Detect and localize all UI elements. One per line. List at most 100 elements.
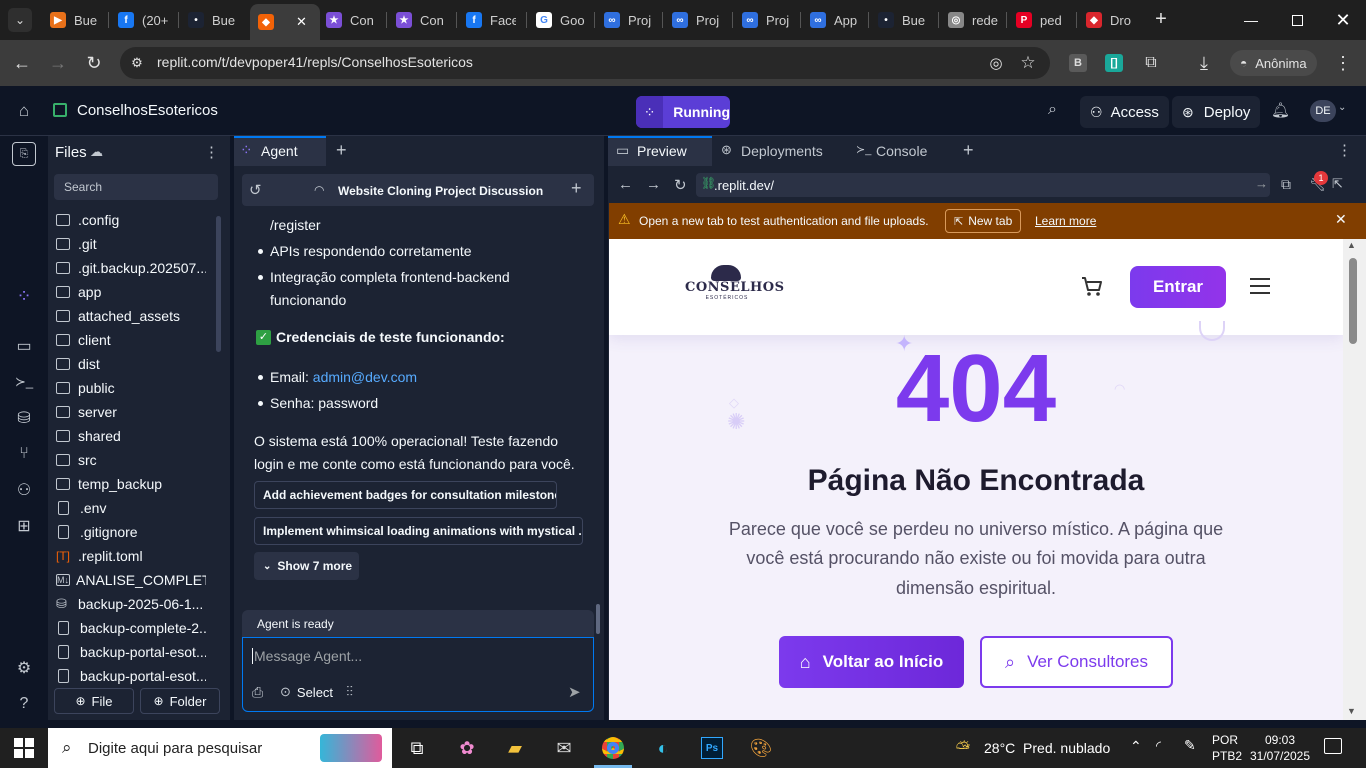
browser-tab[interactable]: ◆ ✕ [250, 4, 320, 40]
preview-forward-icon[interactable]: → [646, 176, 661, 193]
run-status-button[interactable]: ⁘ Running [636, 96, 730, 128]
history-icon[interactable]: ↺ [249, 181, 262, 199]
back-home-button[interactable]: ⌂ Voltar ao Início [779, 636, 964, 688]
close-window-button[interactable]: ✕ [1320, 0, 1366, 40]
file-tree-item[interactable]: client [56, 328, 206, 352]
close-banner-icon[interactable]: ✕ [1335, 211, 1347, 228]
files-tool-icon[interactable]: ⎘ [12, 142, 36, 166]
new-folder-button[interactable]: ⊕ Folder [140, 688, 220, 714]
suggestion-chip[interactable]: Add achievement badges for consultation … [254, 481, 557, 509]
url-text[interactable]: replit.com/t/devpoper41/repls/ConselhosE… [157, 54, 473, 70]
scroll-down-arrow-icon[interactable]: ▼ [1347, 706, 1356, 716]
agent-tool-icon[interactable]: ⁘ [12, 284, 36, 308]
notifications-bell-icon[interactable]: 🔔︎ [1271, 101, 1290, 119]
new-tab-banner-button[interactable]: ⇱ New tab [945, 209, 1022, 233]
all-tools-grid-icon[interactable]: ⊞ [12, 514, 36, 538]
file-tree-item[interactable]: .git [56, 232, 206, 256]
attach-paperclip-icon[interactable]: ⎙ [252, 684, 263, 701]
project-name[interactable]: ConselhosEsotericos [77, 102, 218, 119]
settings-tool-icon[interactable]: ⚙ [12, 656, 36, 680]
send-icon[interactable]: ➤ [568, 683, 581, 701]
preview-address-bar[interactable] [696, 173, 1270, 197]
tab-deployments[interactable]: Deployments [741, 143, 823, 159]
agent-settings-sliders-icon[interactable]: ⫶⫶ [346, 683, 353, 700]
browser-tab[interactable]: ∞ App [802, 6, 860, 34]
file-tree-item[interactable]: shared [56, 424, 206, 448]
new-file-button[interactable]: ⊕ File [54, 688, 134, 714]
browser-tab[interactable]: G Goo [528, 6, 586, 34]
eye-off-icon[interactable]: ◎ [984, 52, 1008, 74]
copilot-icon[interactable]: ✿ [454, 736, 480, 760]
extension-b-icon[interactable]: B [1069, 54, 1087, 72]
file-tree-item[interactable]: ⛁ backup-2025-06-1... [56, 592, 206, 616]
browser-tab[interactable]: ★ Con [318, 6, 376, 34]
file-tree-item[interactable]: backup-portal-esot... [56, 664, 206, 688]
file-tree-item[interactable]: public [56, 376, 206, 400]
thread-title[interactable]: Website Cloning Project Discussion [338, 184, 543, 198]
avatar[interactable]: DE [1310, 100, 1336, 122]
browser-tab[interactable]: • Bue [870, 6, 928, 34]
search-icon[interactable]: ⌕ [1048, 101, 1057, 119]
tab-console[interactable]: Console [876, 143, 927, 159]
suggestion-chip[interactable]: Implement whimsical loading animations w… [254, 517, 583, 545]
chrome-icon[interactable] [600, 736, 626, 760]
mail-icon[interactable]: ✉ [551, 736, 577, 760]
browser-tab[interactable]: ▶ Bue [42, 6, 100, 34]
file-tree-item[interactable]: .config [56, 208, 206, 232]
task-view-icon[interactable]: ⧉ [404, 736, 430, 760]
home-icon[interactable]: ⌂ [14, 101, 34, 121]
learn-more-link[interactable]: Learn more [1035, 214, 1096, 228]
minimize-button[interactable]: — [1228, 0, 1274, 40]
back-arrow-icon[interactable]: ← [10, 51, 34, 75]
file-tree-item[interactable]: attached_assets [56, 304, 206, 328]
new-tab-button[interactable]: + [1150, 8, 1172, 30]
preview-back-icon[interactable]: ← [618, 176, 633, 193]
file-tree-item[interactable]: app [56, 280, 206, 304]
login-button[interactable]: Entrar [1130, 266, 1226, 308]
browser-tab[interactable]: • Bue [180, 6, 238, 34]
incognito-profile[interactable]: ◓ Anônima [1230, 50, 1317, 76]
add-panel-tab-icon[interactable]: + [336, 140, 347, 161]
browser-tab[interactable]: ∞ Proj [664, 6, 722, 34]
browser-tab[interactable]: f (20+ [110, 6, 168, 34]
network-icon[interactable]: ◜ [1156, 738, 1161, 754]
preview-scrollbar-thumb[interactable] [1349, 258, 1357, 344]
file-tree-item[interactable]: .env [56, 496, 206, 520]
preview-menu-icon[interactable]: ⋮ [1337, 141, 1352, 159]
bookmark-star-icon[interactable]: ☆ [1016, 52, 1040, 74]
file-tree-item[interactable]: server [56, 400, 206, 424]
file-tree-item[interactable]: .git.backup.202507... [56, 256, 206, 280]
file-tree-item[interactable]: src [56, 448, 206, 472]
language-indicator[interactable]: POR PTB2 [1212, 732, 1242, 764]
windows-start-icon[interactable] [14, 738, 34, 758]
extension-bracket-icon[interactable]: [] [1105, 54, 1123, 72]
hamburger-menu-icon[interactable] [1250, 278, 1270, 296]
reload-icon[interactable]: ↻ [82, 51, 106, 75]
file-tree-item[interactable]: backup-portal-esot... [56, 640, 206, 664]
browser-tab[interactable]: ∞ Proj [596, 6, 654, 34]
open-url-arrow-icon[interactable]: → [1255, 176, 1268, 191]
view-consultants-button[interactable]: ⌕ Ver Consultores [980, 636, 1173, 688]
tray-chevron-up-icon[interactable]: ⌃ [1130, 738, 1142, 755]
select-element-button[interactable]: ⊙ Select [280, 684, 333, 700]
file-explorer-icon[interactable]: ▰ [502, 736, 528, 760]
database-tool-icon[interactable]: ⛁ [12, 406, 36, 430]
tab-search-button[interactable]: ⌄ [8, 8, 32, 32]
browser-tab[interactable]: ◆ Dro [1078, 6, 1136, 34]
site-logo[interactable]: CONSELHOS ESOTÉRICOS [685, 265, 784, 309]
users-tool-icon[interactable]: ⚇ [12, 478, 36, 502]
preview-reload-icon[interactable]: ↻ [674, 176, 687, 194]
device-preview-icon[interactable]: ⧉ [1281, 176, 1291, 193]
download-icon[interactable]: ⤓ [1192, 51, 1216, 75]
file-tree-item[interactable]: [T] .replit.toml [56, 544, 206, 568]
cart-icon[interactable] [1079, 273, 1105, 299]
browser-tab[interactable]: Pped [1008, 6, 1066, 34]
clock[interactable]: 09:03 31/07/2025 [1248, 732, 1312, 764]
weather-text[interactable]: 28°C Pred. nublado [984, 740, 1110, 756]
file-tree-item[interactable]: M↓ ANALISE_COMPLET... [56, 568, 206, 592]
shell-tool-icon[interactable]: ≻_ [12, 370, 36, 394]
photoshop-icon[interactable]: Ps [699, 736, 725, 760]
browser-tab[interactable]: f Face [458, 6, 516, 34]
pen-icon[interactable]: ✎ [1184, 737, 1196, 754]
close-tab-icon[interactable]: ✕ [296, 14, 307, 30]
